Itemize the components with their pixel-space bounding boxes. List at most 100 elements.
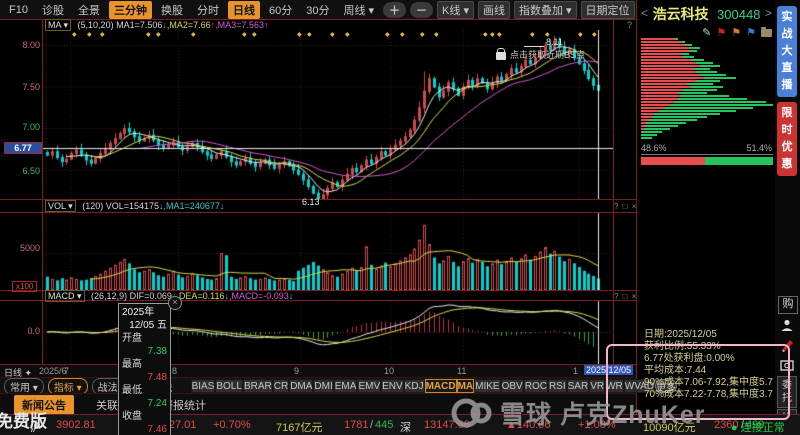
chip-row [641, 122, 773, 124]
toolbar-button[interactable]: 30分 [301, 1, 334, 19]
toolbar-button[interactable]: 全景 [73, 1, 105, 19]
chip-row [641, 71, 773, 73]
prev-stock-arrow[interactable]: < [641, 6, 648, 20]
tooltip-year: 2025年 [122, 307, 155, 318]
toolbar-button[interactable]: F10 [4, 3, 33, 17]
help-icon[interactable]: ? [627, 20, 632, 30]
buy-icon[interactable]: 购 [778, 296, 798, 314]
toolbar-button[interactable]: 日期定位 [580, 0, 635, 19]
indicator-tab-SAR[interactable]: SAR [566, 379, 590, 393]
toolbar-button[interactable]: － [410, 1, 434, 18]
indicator-tab-ENV[interactable]: ENV [381, 379, 404, 393]
status-item: / [370, 419, 374, 431]
chip-row [641, 98, 773, 100]
loss-ratio-segment [641, 157, 705, 165]
indicator-tab-ROC[interactable]: ROC [523, 379, 548, 393]
status-item: 3902.81 [56, 419, 96, 431]
tooltip-value: 7.46 [147, 424, 167, 435]
indicator-tab-KDJ[interactable]: KDJ [403, 379, 425, 393]
profit-ratio-segment [705, 157, 773, 165]
chip-row [641, 137, 773, 139]
macd-selector[interactable]: MACD ▾ [45, 290, 85, 302]
indicator-menu[interactable]: 指标 ▾ [47, 377, 88, 395]
signal-diamond-icon: ◆ [578, 32, 583, 38]
status-item: 445 [375, 419, 394, 431]
vol-values: VOL=154175↓,MA1=240677↓ [106, 201, 225, 211]
stock-trading-app: F10 诊股 全景 三分钟 换股 分时 日线 60分 30分 周线 ▾ ＋－ K线 ▾ 画线 指数叠加 … [0, 0, 800, 435]
indicator-tab-BRAR[interactable]: BRAR [242, 379, 273, 393]
indicator-tab-DMI[interactable]: DMI [313, 379, 334, 393]
signal-diamond-icon: ◆ [385, 32, 390, 38]
bs-point-lock-tip[interactable]: 点击获取近期BS点 [496, 48, 585, 61]
user-icon[interactable] [778, 318, 796, 334]
chip-row [641, 47, 773, 49]
indicator-tab-MIKE[interactable]: MIKE [474, 379, 501, 393]
toolbar-button[interactable]: 换股 [156, 1, 188, 19]
low-price-marker: 6.13 [302, 197, 320, 207]
signal-diamond-icon: ◆ [420, 32, 425, 38]
kline-data-tooltip: 2025年 12/05 五 开盘 7.38 最高 7.48 最低 7.24 收盘 7.46 [118, 303, 171, 435]
toolbar-button[interactable]: 诊股 [37, 1, 69, 19]
indicator-tab-CR[interactable]: CR [272, 379, 290, 393]
vol-params: (120) [82, 201, 104, 211]
indicator-tab-MACD[interactable]: MACD [424, 379, 457, 393]
status-item: 深 [400, 422, 411, 434]
chip-row [641, 89, 773, 91]
chip-row [641, 74, 773, 76]
price-axis-label: 7.00 [22, 122, 40, 132]
tooltip-label: 最低 [122, 385, 142, 396]
stock-name: 浩云科技 [652, 6, 709, 22]
toolbar-button[interactable]: 分时 [192, 1, 224, 19]
toolbar-button[interactable]: 60分 [264, 1, 297, 19]
indicator-tab-BIAS[interactable]: BIAS [190, 379, 216, 393]
signal-diamond-icon: ◆ [307, 32, 312, 38]
toolbar-button[interactable]: K线 ▾ [437, 0, 474, 19]
signal-diamond-icon: ◆ [242, 32, 247, 38]
indicator-tab-OBV[interactable]: OBV [500, 379, 524, 393]
next-stock-arrow[interactable]: > [765, 6, 772, 20]
indicator-menu[interactable]: 常用 ▾ [4, 377, 44, 395]
signal-diamond-icon: ◆ [297, 32, 302, 38]
indicator-tab-EMA[interactable]: EMA [333, 379, 358, 393]
folder-icon[interactable] [761, 27, 772, 37]
volume-unit-label: x100 [12, 281, 38, 292]
tooltip-close-icon[interactable]: × [168, 296, 182, 310]
limited-offer-tab[interactable]: 限时优惠 [777, 102, 797, 176]
macd-pane-controls[interactable]: ? □ × [614, 292, 637, 301]
toolbar-button[interactable]: 画线 [477, 0, 510, 19]
indicator-tabs: BIAS BOLL BRAR CR DMA DMI EMA EMV ENV KDJ MACD MA MI… [190, 379, 678, 394]
indicator-value: MA1=7.506 [116, 20, 163, 30]
toolbar-button[interactable]: 日线 [227, 0, 260, 19]
indicator-tab-EMV[interactable]: EMV [357, 379, 382, 393]
volume-chart[interactable] [43, 213, 613, 290]
status-item: +0.70% [213, 419, 251, 431]
axis-divider [42, 19, 43, 364]
ma-selector[interactable]: MA ▾ [45, 19, 72, 31]
indicator-tab-BOLL[interactable]: BOLL [215, 379, 243, 393]
chip-row [641, 95, 773, 97]
indicator-value: ,MA2=7.66 [166, 20, 211, 30]
chip-row [641, 86, 773, 88]
live-broadcast-tab[interactable]: 实战大直播 [777, 6, 797, 97]
month-label: 7 [64, 366, 70, 376]
indicator-tab-VR[interactable]: VR [589, 379, 606, 393]
signal-diamond-icon: ◆ [100, 32, 105, 38]
toolbar-button[interactable]: 指数叠加 ▾ [513, 0, 577, 19]
indicator-tab-DMA[interactable]: DMA [289, 379, 314, 393]
chip-row [641, 53, 773, 55]
toolbar-button[interactable]: ＋ [383, 1, 407, 18]
free-version-label: 免费版 [0, 412, 47, 431]
watermark-text: 雪球 卢克ZhuKer [500, 401, 706, 429]
signal-diamond-icon: ◆ [345, 32, 350, 38]
indicator-tab-MA[interactable]: MA [456, 379, 475, 393]
vol-pane-controls[interactable]: ? □ × [614, 202, 637, 211]
indicator-tab-RSI[interactable]: RSI [547, 379, 567, 393]
high-marker-tick [524, 46, 544, 47]
tooltip-label: 开盘 [122, 333, 142, 344]
lock-icon [496, 48, 506, 60]
vol-selector[interactable]: VOL ▾ [45, 200, 76, 212]
toolbar-button[interactable]: 周线 ▾ [338, 1, 379, 19]
toolbar-button[interactable]: 三分钟 [108, 0, 152, 19]
snowball-logo-icon [451, 398, 492, 428]
signal-diamond-icon: ◆ [252, 32, 257, 38]
